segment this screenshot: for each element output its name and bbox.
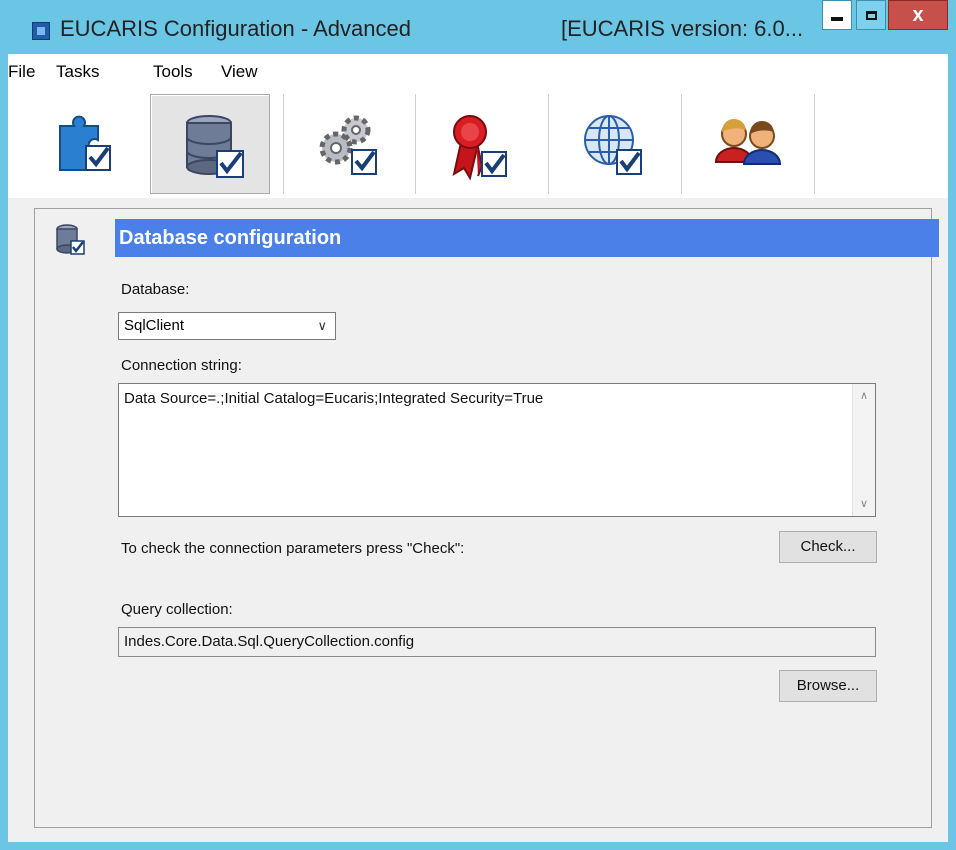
query-collection-field[interactable]: Indes.Core.Data.Sql.QueryCollection.conf… [118,627,876,657]
scroll-down-icon[interactable]: ∨ [853,494,875,514]
version-text: [EUCARIS version: 6.0... [561,16,804,41]
toolbar-button-users[interactable] [682,94,802,194]
database-select[interactable]: SqlClient ∨ [118,312,336,340]
scroll-up-icon[interactable]: ∧ [853,386,875,406]
toolbar-button-general[interactable] [22,94,142,194]
check-button[interactable]: Check... [779,531,877,563]
browse-button[interactable]: Browse... [779,670,877,702]
title-bar[interactable]: EUCARIS Configuration - Advanced [EUCARI… [8,0,948,54]
database-select-value: SqlClient [124,317,185,334]
database-configuration-panel: Database configuration Database: SqlClie… [34,208,939,828]
connection-string-value: Data Source=.;Initial Catalog=Eucaris;In… [124,390,544,407]
connection-string-label: Connection string: [121,357,242,374]
maximize-icon [865,10,877,20]
main-window: EUCARIS Configuration - Advanced [EUCARI… [0,0,956,850]
toolbar-button-certificates[interactable] [416,94,536,194]
maximize-button[interactable] [856,0,886,30]
minimize-button[interactable] [822,0,852,30]
window-title: EUCARIS Configuration - Advanced [60,16,411,41]
globe-check-icon [584,115,642,175]
database-check-icon [186,115,244,178]
vertical-scrollbar[interactable]: ∧ ∨ [852,384,875,516]
database-check-icon [56,224,85,255]
toolbar-button-database[interactable] [150,94,270,194]
check-instruction-text: To check the connection parameters press… [121,540,465,557]
toolbar-button-settings[interactable] [284,94,404,194]
app-icon [32,22,50,40]
menu-tools[interactable]: Tools [153,62,193,82]
close-icon: x [912,3,924,26]
users-icon [714,118,782,165]
toolbar-button-network[interactable] [549,94,669,194]
connection-string-textarea[interactable]: Data Source=.;Initial Catalog=Eucaris;In… [118,383,876,517]
menu-bar: File Tasks Tools View [8,54,948,90]
toolbar-separator [814,94,815,194]
chevron-down-icon: ∨ [317,318,327,333]
puzzle-check-icon [59,115,111,171]
database-label: Database: [121,281,190,298]
query-collection-label: Query collection: [121,601,233,618]
menu-file[interactable]: File [8,62,35,82]
toolbar [8,90,948,198]
menu-tasks[interactable]: Tasks [56,62,99,82]
minimize-icon [831,17,843,21]
menu-view[interactable]: View [221,62,258,82]
close-button[interactable]: x [888,0,948,30]
section-title: Database configuration [115,219,939,257]
gears-check-icon [319,115,377,175]
certificate-ribbon-check-icon [452,115,507,180]
